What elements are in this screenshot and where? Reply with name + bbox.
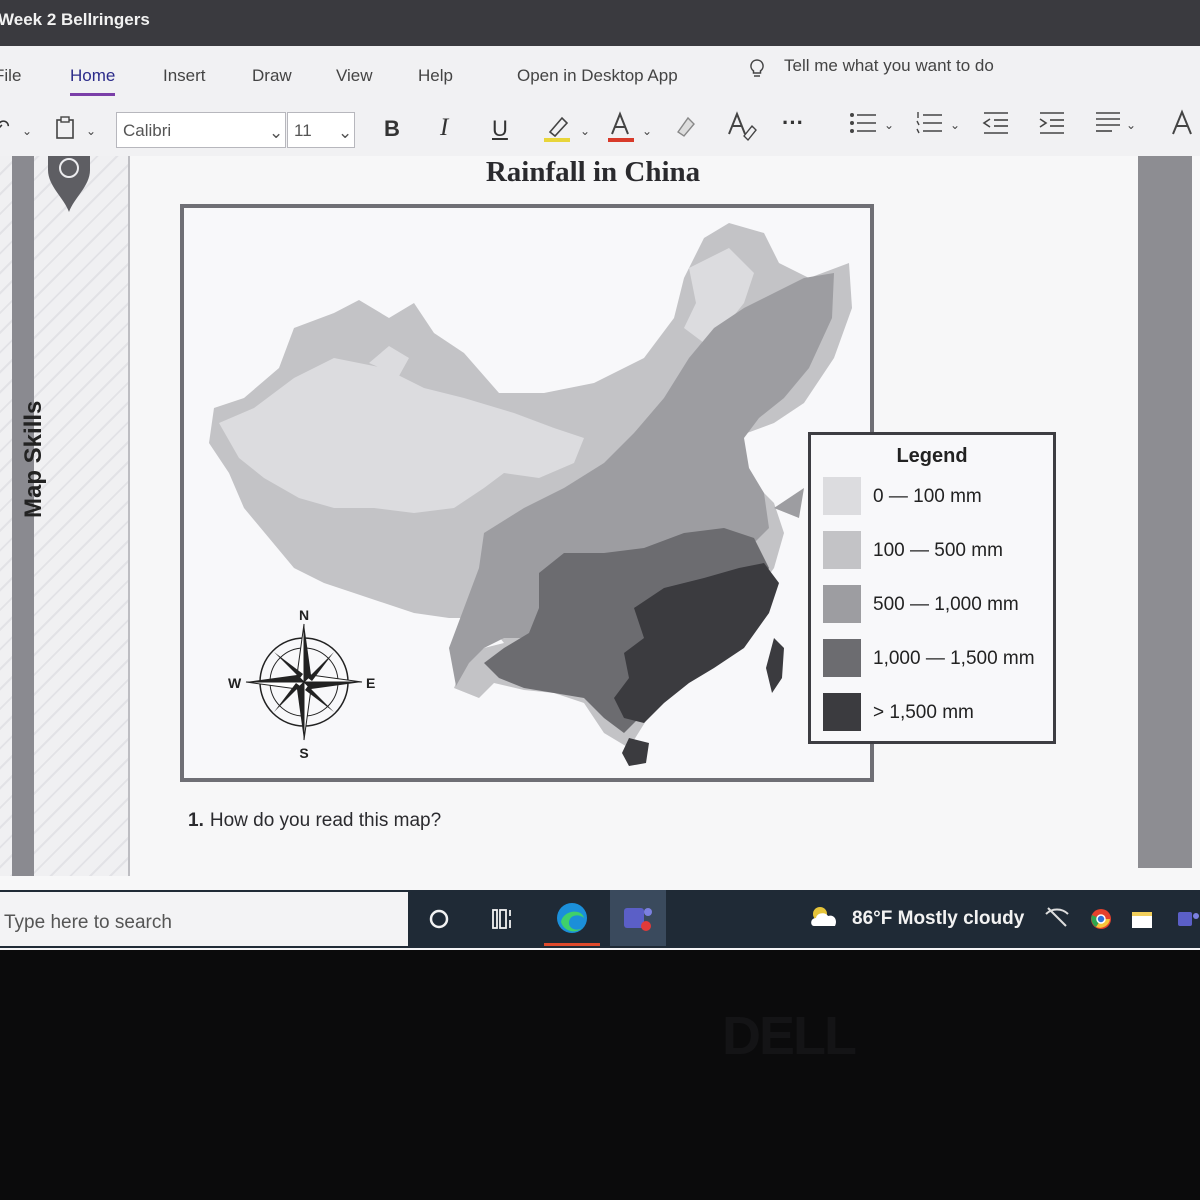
compass-n: N bbox=[299, 607, 309, 623]
cortana-icon[interactable] bbox=[428, 908, 450, 930]
taskbar: Type here to search 86°F Mostly cloudy bbox=[0, 890, 1200, 948]
chevron-down-icon[interactable]: ⌄ bbox=[1126, 118, 1136, 132]
search-placeholder: Type here to search bbox=[4, 912, 172, 933]
font-name-value: Calibri bbox=[123, 121, 172, 140]
tab-help[interactable]: Help bbox=[418, 66, 453, 86]
tab-insert[interactable]: Insert bbox=[163, 66, 206, 86]
chevron-down-icon[interactable]: ⌄ bbox=[86, 124, 96, 138]
legend-label: 100 — 500 mm bbox=[873, 540, 1003, 561]
decrease-indent-icon[interactable] bbox=[980, 108, 1010, 138]
legend-swatch bbox=[823, 477, 861, 515]
legend-label: > 1,500 mm bbox=[873, 702, 974, 723]
ribbon-tabs: File Home Insert Draw View Help Open in … bbox=[0, 46, 1200, 100]
compass-rose-icon: N S E W bbox=[228, 607, 375, 761]
legend-swatch bbox=[823, 531, 861, 569]
dell-logo: DELL bbox=[722, 1006, 857, 1066]
increase-indent-icon[interactable] bbox=[1036, 108, 1066, 138]
bullet-list-icon[interactable] bbox=[848, 108, 878, 138]
tab-file[interactable]: File bbox=[0, 66, 21, 86]
chevron-down-icon: ⌄ bbox=[269, 123, 284, 142]
italic-button[interactable]: I bbox=[440, 114, 448, 142]
bold-button[interactable]: B bbox=[384, 116, 400, 142]
font-size-value: 11 bbox=[294, 121, 312, 140]
task-view-icon[interactable] bbox=[490, 906, 516, 932]
edge-taskbar-button[interactable] bbox=[544, 890, 600, 946]
clipboard-icon[interactable] bbox=[54, 116, 76, 140]
chevron-down-icon[interactable]: ⌄ bbox=[22, 124, 32, 138]
legend-swatch bbox=[823, 585, 861, 623]
screen: Week 2 Bellringers File Home Insert Draw… bbox=[0, 0, 1200, 950]
more-options-button[interactable]: ··· bbox=[782, 110, 804, 136]
teams-tray-icon[interactable] bbox=[1176, 908, 1200, 930]
map-frame: N S E W bbox=[180, 204, 874, 782]
legend-swatch bbox=[823, 693, 861, 731]
legend-title: Legend bbox=[896, 445, 968, 467]
taskbar-search-input[interactable]: Type here to search bbox=[0, 892, 408, 946]
styles-icon[interactable] bbox=[726, 110, 758, 142]
tab-view[interactable]: View bbox=[336, 66, 373, 86]
cloud-weather-icon[interactable] bbox=[808, 904, 842, 930]
compass-w: W bbox=[228, 675, 242, 691]
question-number: 1. bbox=[188, 810, 204, 831]
legend-label: 0 — 100 mm bbox=[873, 486, 982, 507]
window-title: Week 2 Bellringers bbox=[0, 10, 150, 29]
teams-taskbar-button[interactable] bbox=[610, 890, 666, 946]
undo-icon[interactable]: ↶ bbox=[0, 116, 10, 139]
chrome-icon[interactable] bbox=[1090, 908, 1112, 930]
decorative-sidebar: Map Skills bbox=[0, 156, 130, 876]
file-explorer-icon[interactable] bbox=[1130, 908, 1154, 930]
legend-swatch bbox=[823, 639, 861, 677]
formatting-toolbar: ↶ ⌄ ⌄ Calibri ⌄ 11 ⌄ B I U ⌄ ⌄ ··· ⌄ ⌄ ⌄ bbox=[0, 100, 1200, 157]
font-size-select[interactable]: 11 ⌄ bbox=[287, 112, 355, 148]
chevron-down-icon[interactable]: ⌄ bbox=[580, 124, 590, 138]
compass-s: S bbox=[299, 745, 308, 761]
legend-label: 500 — 1,000 mm bbox=[873, 594, 1019, 615]
compass-e: E bbox=[366, 675, 375, 691]
align-icon[interactable] bbox=[1092, 108, 1122, 138]
clear-formatting-icon[interactable] bbox=[674, 112, 700, 140]
weather-status[interactable]: 86°F Mostly cloudy bbox=[852, 908, 1024, 930]
page-title: Rainfall in China bbox=[485, 156, 701, 188]
font-color-icon[interactable] bbox=[606, 110, 636, 144]
chevron-down-icon[interactable]: ⌄ bbox=[884, 118, 894, 132]
map-legend: Legend 0 — 100 mm 100 — 500 mm 500 — 1,0… bbox=[808, 432, 1056, 744]
legend-label: 1,000 — 1,500 mm bbox=[873, 648, 1035, 669]
lightbulb-icon bbox=[750, 59, 764, 77]
title-bar: Week 2 Bellringers bbox=[0, 0, 1200, 46]
numbered-list-icon[interactable] bbox=[914, 108, 944, 138]
chevron-down-icon: ⌄ bbox=[338, 123, 353, 142]
edge-browser-icon bbox=[557, 903, 587, 933]
tab-home[interactable]: Home bbox=[70, 66, 116, 96]
right-margin-bar bbox=[1138, 156, 1192, 868]
text-effects-icon[interactable] bbox=[1170, 108, 1200, 140]
underline-button[interactable]: U bbox=[492, 116, 508, 142]
document-page: Map Skills Rainfall in China N S E W Leg… bbox=[0, 156, 1200, 890]
tell-me-search[interactable]: Tell me what you want to do bbox=[784, 56, 994, 76]
tab-draw[interactable]: Draw bbox=[252, 66, 292, 86]
font-name-select[interactable]: Calibri ⌄ bbox=[116, 112, 286, 148]
network-muted-icon[interactable] bbox=[1044, 906, 1070, 928]
chevron-down-icon[interactable]: ⌄ bbox=[642, 124, 652, 138]
question-text: How do you read this map? bbox=[209, 810, 442, 831]
highlighter-icon[interactable] bbox=[542, 110, 576, 144]
chevron-down-icon[interactable]: ⌄ bbox=[950, 118, 960, 132]
open-desktop-app-button[interactable]: Open in Desktop App bbox=[517, 66, 678, 86]
question-1: 1. How do you read this map? bbox=[188, 810, 441, 832]
china-rainfall-map: N S E W bbox=[209, 223, 852, 766]
map-skills-label: Map Skills bbox=[20, 400, 47, 518]
teams-icon bbox=[624, 908, 652, 931]
